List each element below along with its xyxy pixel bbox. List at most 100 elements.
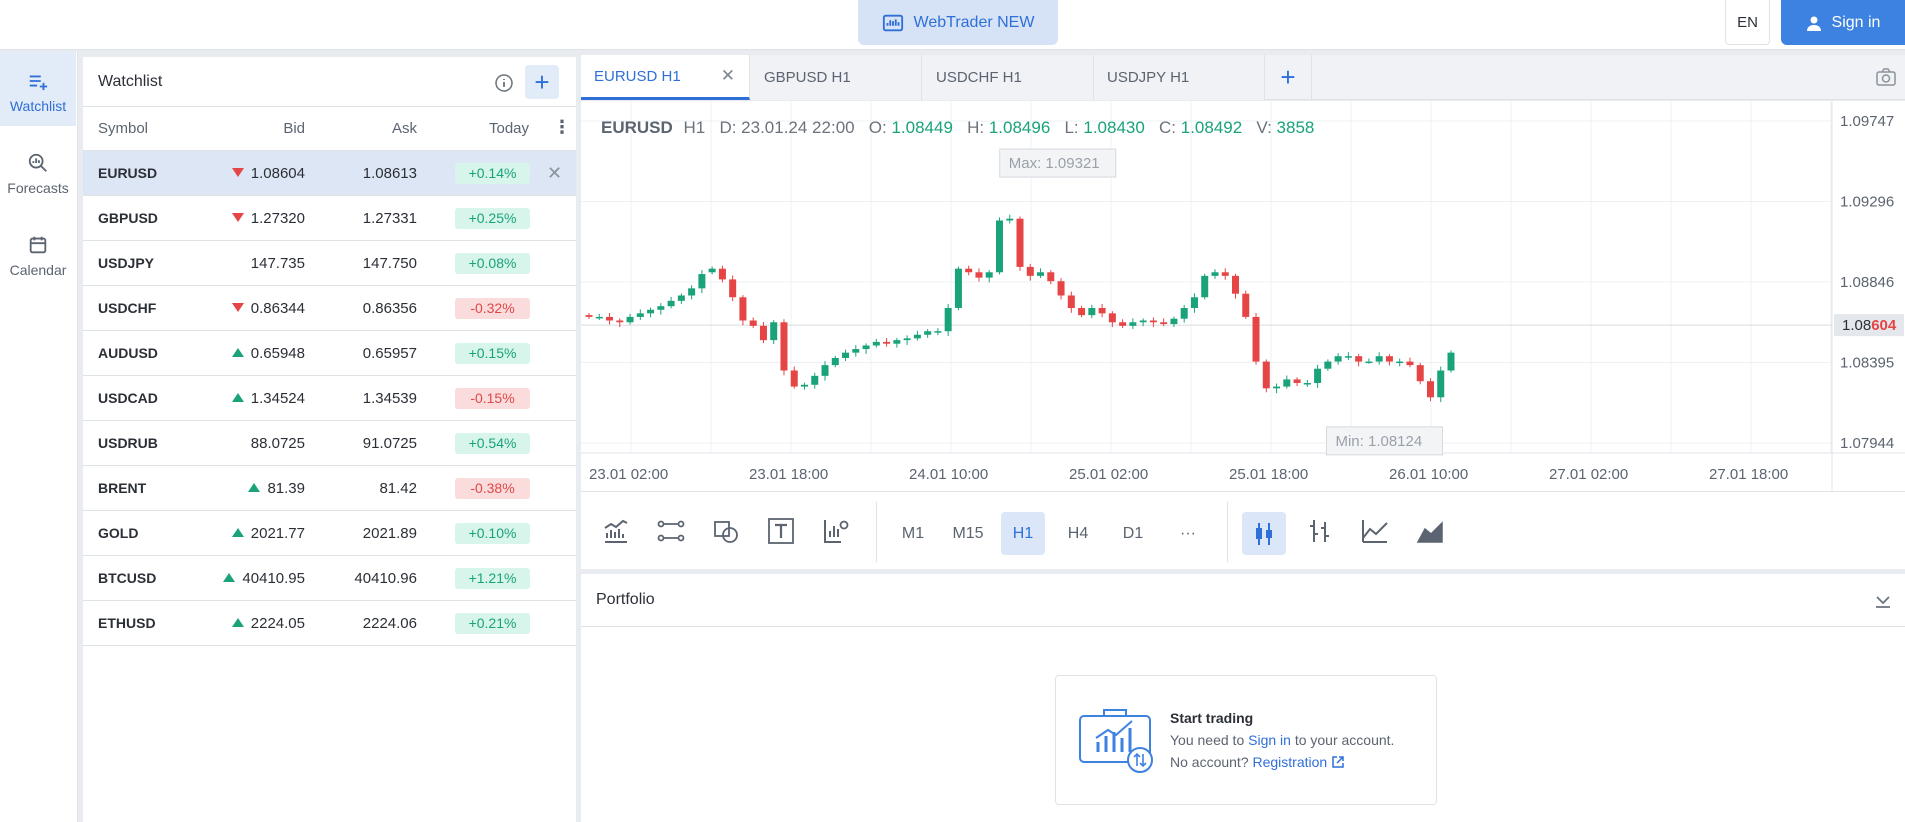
nav-watchlist[interactable]: Watchlist xyxy=(0,52,76,126)
candle-body xyxy=(636,313,644,317)
watchlist-row[interactable]: USDCAD 1.34524 1.34539 -0.15% xyxy=(83,376,576,421)
row-bid-value: 88.0725 xyxy=(250,435,305,452)
tf-m15[interactable]: M15 xyxy=(946,512,990,555)
ohlc-l-label: L: xyxy=(1064,118,1079,137)
nav-calendar[interactable]: Calendar xyxy=(0,234,76,278)
row-ask: 81.42 xyxy=(379,480,417,497)
watchlist-row[interactable]: GOLD 2021.77 2021.89 +0.10% xyxy=(83,511,576,556)
candle-body xyxy=(780,322,788,371)
start-trading-title: Start trading xyxy=(1170,710,1254,726)
collapse-icon[interactable] xyxy=(1873,590,1893,610)
tab-eurusd[interactable]: EURUSD H1 ✕ xyxy=(581,55,750,100)
language-button[interactable]: EN xyxy=(1725,0,1770,45)
row-ask: 2224.06 xyxy=(362,615,417,632)
candle-body xyxy=(1037,272,1045,276)
bars-icon[interactable] xyxy=(1301,512,1339,550)
row-symbol: GOLD xyxy=(98,525,139,541)
candle-body xyxy=(1303,382,1311,385)
row-today-badge: -0.32% xyxy=(455,298,530,319)
candle-body xyxy=(1406,361,1414,366)
candle-body xyxy=(1170,318,1178,325)
candle-body xyxy=(1221,272,1229,276)
shapes-icon[interactable] xyxy=(707,512,745,550)
watchlist-row[interactable]: BRENT 81.39 81.42 -0.38% xyxy=(83,466,576,511)
watchlist-row[interactable]: ETHUSD 2224.05 2224.06 +0.21% xyxy=(83,601,576,646)
col-bid[interactable]: Bid xyxy=(283,120,305,137)
watchlist-row[interactable]: USDCHF 0.86344 0.86356 -0.32% xyxy=(83,286,576,331)
price-chart[interactable]: 1.09747 1.09296 1.08846 1.08395 1.07944 23.01… xyxy=(581,101,1905,491)
candle-body xyxy=(893,340,901,344)
row-symbol: GBPUSD xyxy=(98,210,158,226)
arrow-up-icon xyxy=(223,573,236,582)
tab-label: USDJPY H1 xyxy=(1107,69,1190,86)
close-icon[interactable]: ✕ xyxy=(547,163,562,184)
ohlc-readout: EURUSD H1 D: 23.01.24 22:00 O: 1.08449 H… xyxy=(601,118,1314,138)
col-symbol[interactable]: Symbol xyxy=(98,120,148,137)
row-bid: 0.65948 xyxy=(231,345,305,362)
row-bid: 81.39 xyxy=(248,480,305,497)
candle-body xyxy=(1365,361,1373,364)
candle-body xyxy=(595,316,603,319)
current-price-label: 1.08604 xyxy=(1842,317,1897,334)
tab-label: GBPUSD H1 xyxy=(764,69,851,86)
indicators-icon[interactable] xyxy=(597,512,635,550)
row-ask: 40410.96 xyxy=(354,570,417,587)
close-icon[interactable]: ✕ xyxy=(721,66,735,86)
candle-body xyxy=(1426,381,1434,398)
external-link-icon[interactable] xyxy=(1331,755,1345,769)
tf-m1[interactable]: M1 xyxy=(891,512,935,555)
settings-chart-icon[interactable] xyxy=(817,512,855,550)
candle-body xyxy=(1129,322,1137,326)
line-tool-icon[interactable] xyxy=(652,512,690,550)
row-bid-value: 2224.05 xyxy=(250,615,305,632)
more-timeframes-button[interactable]: ··· xyxy=(1166,512,1210,555)
candles-icon[interactable] xyxy=(1242,512,1286,555)
watchlist-row[interactable]: BTCUSD 40410.95 40410.96 +1.21% xyxy=(83,556,576,601)
registration-link[interactable]: Registration xyxy=(1253,754,1328,770)
watchlist-row[interactable]: AUDUSD 0.65948 0.65957 +0.15% xyxy=(83,331,576,376)
more-vert-icon[interactable]: ⋮ xyxy=(553,117,571,138)
candle-body xyxy=(1057,281,1065,296)
col-today[interactable]: Today xyxy=(489,120,529,137)
row-today-badge: -0.38% xyxy=(455,478,530,499)
add-symbol-button[interactable]: + xyxy=(525,65,559,99)
tab-usdchf[interactable]: USDCHF H1 xyxy=(923,55,1094,100)
tf-h1[interactable]: H1 xyxy=(1001,512,1045,555)
candle-body xyxy=(1026,266,1034,276)
text-tool-icon[interactable] xyxy=(762,512,800,550)
ohlc-symbol: EURUSD xyxy=(601,118,673,137)
row-bid: 147.735 xyxy=(251,255,305,272)
ohlc-c-label: C: xyxy=(1159,118,1176,137)
max-label: Max: 1.09321 xyxy=(1009,155,1100,172)
row-ask: 1.08613 xyxy=(362,165,417,182)
ohlc-v-label: V: xyxy=(1256,118,1272,137)
row-bid: 88.0725 xyxy=(251,435,305,452)
arrow-down-icon xyxy=(231,303,244,312)
info-icon[interactable] xyxy=(494,73,514,93)
candlestick-chart[interactable]: 1.09747 1.09296 1.08846 1.08395 1.07944 23.01… xyxy=(581,101,1905,491)
watchlist-row[interactable]: GBPUSD 1.27320 1.27331 +0.25% xyxy=(83,196,576,241)
line-chart-icon[interactable] xyxy=(1356,512,1394,550)
tab-gbpusd[interactable]: GBPUSD H1 xyxy=(751,55,922,100)
tab-usdjpy[interactable]: USDJPY H1 xyxy=(1094,55,1265,100)
portfolio-title: Portfolio xyxy=(596,591,655,608)
search-chart-icon xyxy=(28,153,47,172)
toolbar-divider xyxy=(1227,502,1228,562)
area-chart-icon[interactable] xyxy=(1411,512,1449,550)
nav-forecasts[interactable]: Forecasts xyxy=(0,152,76,196)
tf-h4[interactable]: H4 xyxy=(1056,512,1100,555)
candle-body xyxy=(852,349,860,353)
candle-body xyxy=(1201,275,1209,298)
sign-in-button[interactable]: Sign in xyxy=(1781,0,1905,45)
sign-in-link[interactable]: Sign in xyxy=(1248,732,1291,748)
add-tab-button[interactable]: + xyxy=(1265,55,1312,100)
watchlist-row[interactable]: USDRUB 88.0725 91.0725 +0.54% xyxy=(83,421,576,466)
watchlist-row[interactable]: EURUSD 1.08604 1.08613 +0.14% ✕ xyxy=(83,151,576,196)
row-symbol: ETHUSD xyxy=(98,615,156,631)
watchlist-row[interactable]: USDJPY 147.735 147.750 +0.08% xyxy=(83,241,576,286)
col-ask[interactable]: Ask xyxy=(392,120,417,137)
camera-icon[interactable] xyxy=(1876,68,1896,86)
tf-d1[interactable]: D1 xyxy=(1111,512,1155,555)
webtrader-button[interactable]: WebTrader NEW xyxy=(858,0,1058,45)
row-bid: 2224.05 xyxy=(231,615,305,632)
